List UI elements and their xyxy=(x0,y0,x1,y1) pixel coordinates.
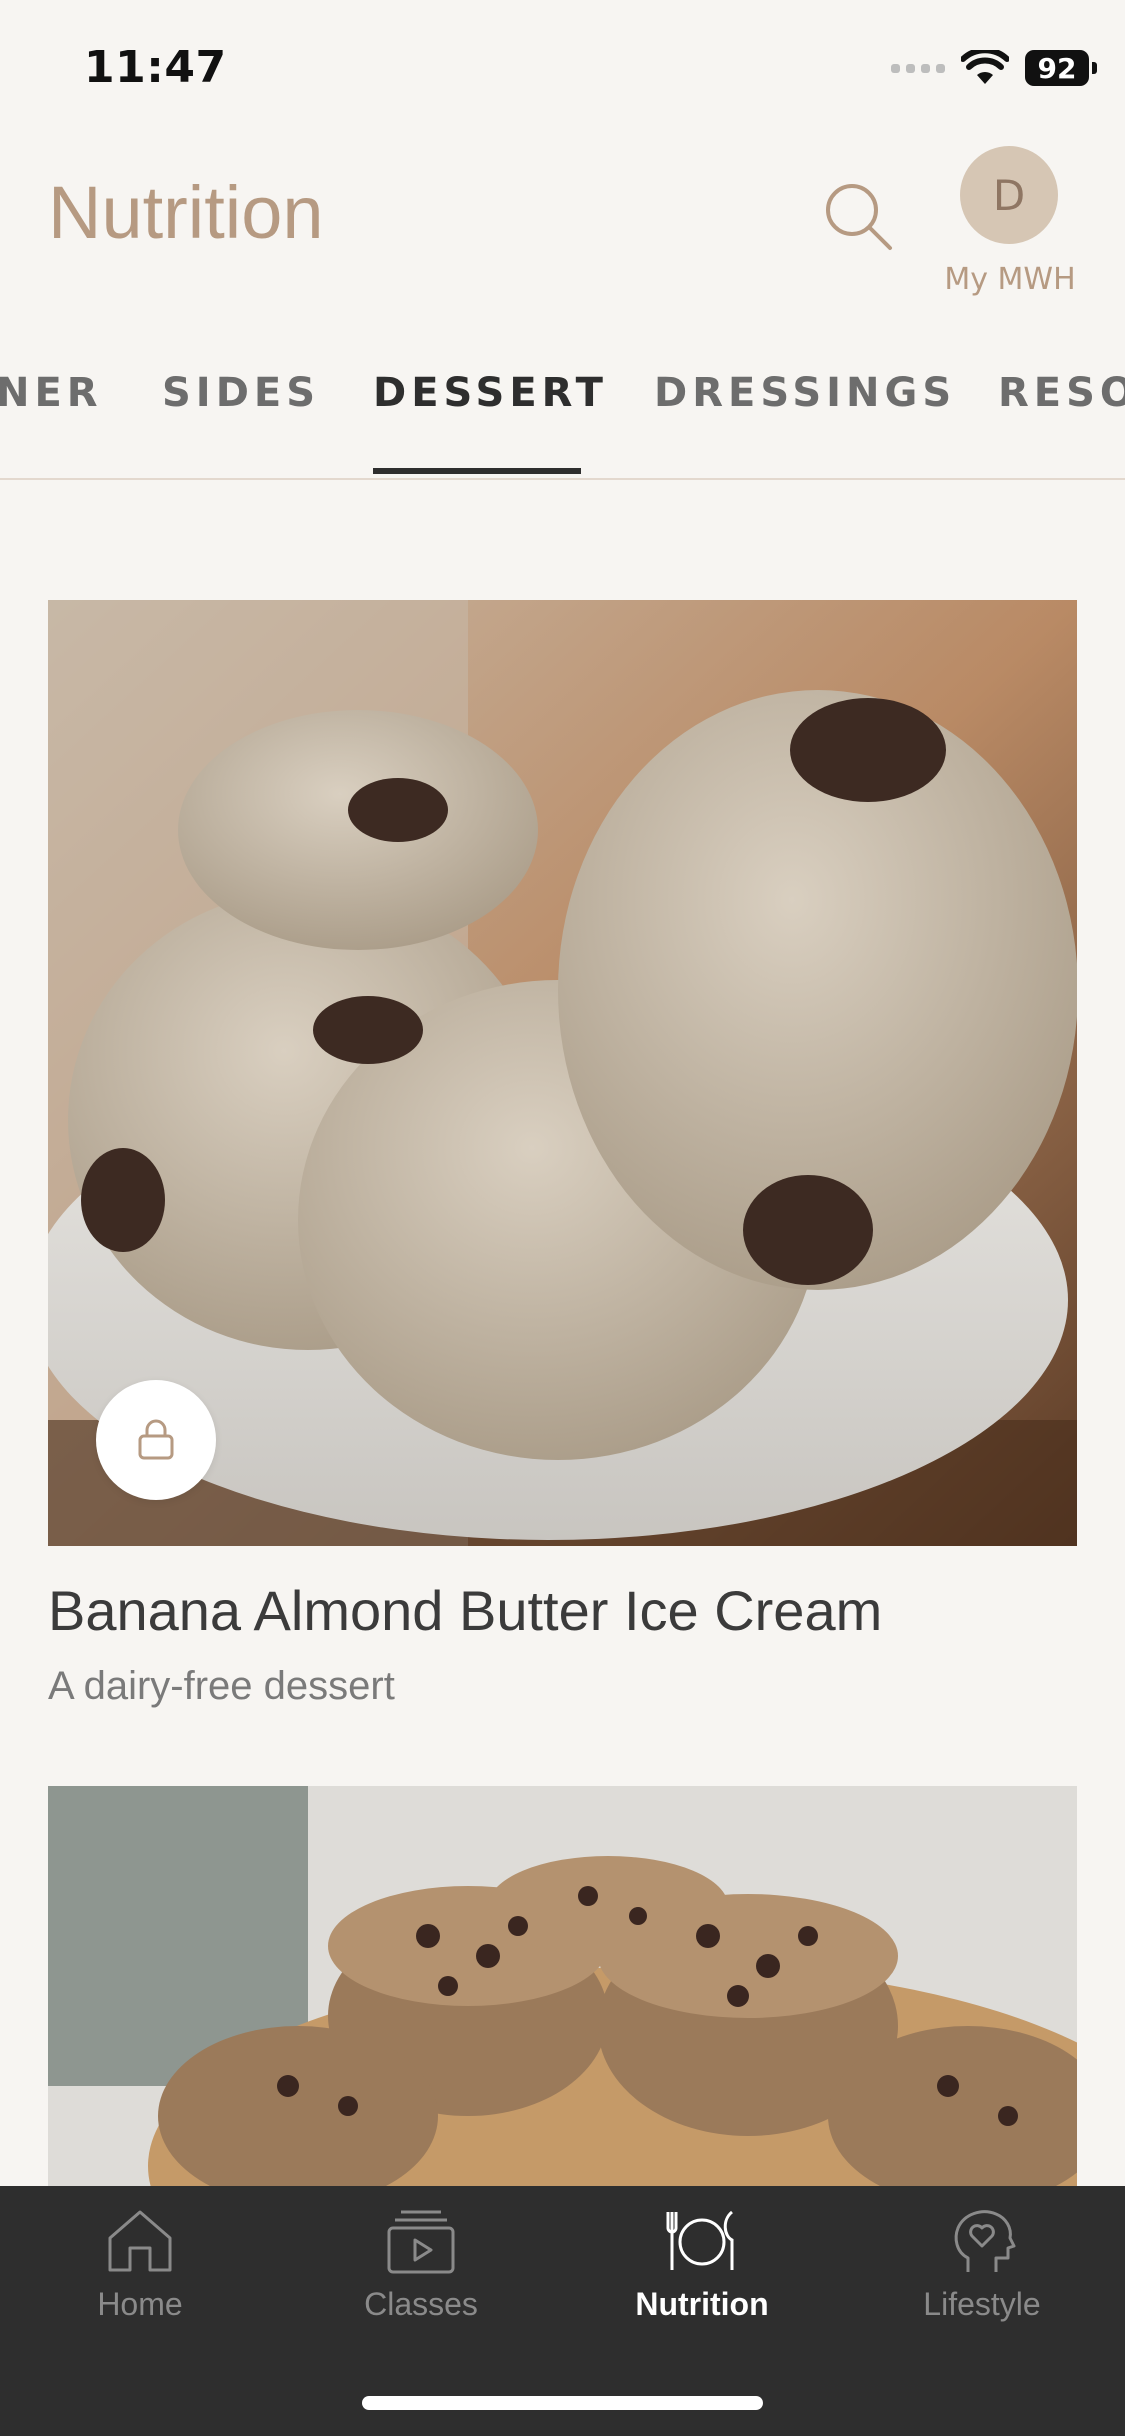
battery-icon: 92 xyxy=(1025,50,1097,86)
category-tabs: NER SIDES DESSERT DRESSINGS RESO xyxy=(0,350,1125,480)
tab-dessert[interactable]: DESSERT xyxy=(373,370,608,416)
tab-dressings[interactable]: DRESSINGS xyxy=(654,370,956,416)
status-icons: 92 xyxy=(891,48,1097,88)
lock-button[interactable] xyxy=(96,1380,216,1500)
tab-resources[interactable]: RESO xyxy=(998,370,1125,416)
nav-lifestyle[interactable]: Lifestyle xyxy=(872,2206,1092,2323)
plate-icon xyxy=(666,2210,734,2270)
battery-level: 92 xyxy=(1037,51,1077,85)
wifi-icon xyxy=(961,50,1009,84)
home-icon xyxy=(108,2210,172,2272)
nav-home-label: Home xyxy=(97,2286,183,2322)
tab-sides[interactable]: SIDES xyxy=(162,370,320,416)
nav-home[interactable]: Home xyxy=(30,2206,250,2323)
lock-icon xyxy=(138,1419,174,1460)
home-indicator[interactable] xyxy=(362,2396,763,2410)
page-title: Nutrition xyxy=(48,171,324,254)
classes-icon xyxy=(387,2210,455,2274)
avatar-initial: D xyxy=(992,170,1026,220)
cellular-signal-icon xyxy=(891,63,945,73)
avatar[interactable]: D xyxy=(960,146,1058,244)
nav-nutrition[interactable]: Nutrition xyxy=(592,2206,812,2323)
nav-classes-label: Classes xyxy=(364,2286,478,2322)
search-icon[interactable] xyxy=(822,180,894,252)
nav-nutrition-label: Nutrition xyxy=(635,2286,769,2322)
avatar-label[interactable]: My MWH xyxy=(930,262,1090,297)
active-tab-indicator xyxy=(373,468,581,474)
status-bar: 11:47 92 xyxy=(0,0,1125,140)
nav-lifestyle-label: Lifestyle xyxy=(923,2286,1041,2322)
head-heart-icon xyxy=(954,2210,1016,2272)
recipe-subtitle: A dairy-free dessert xyxy=(48,1664,395,1708)
recipe-image-muffins[interactable] xyxy=(48,1786,1077,2186)
recipe-title[interactable]: Banana Almond Butter Ice Cream xyxy=(48,1578,882,1643)
tab-dinner[interactable]: NER xyxy=(0,370,103,416)
nav-classes[interactable]: Classes xyxy=(311,2206,531,2323)
status-time: 11:47 xyxy=(84,42,227,93)
